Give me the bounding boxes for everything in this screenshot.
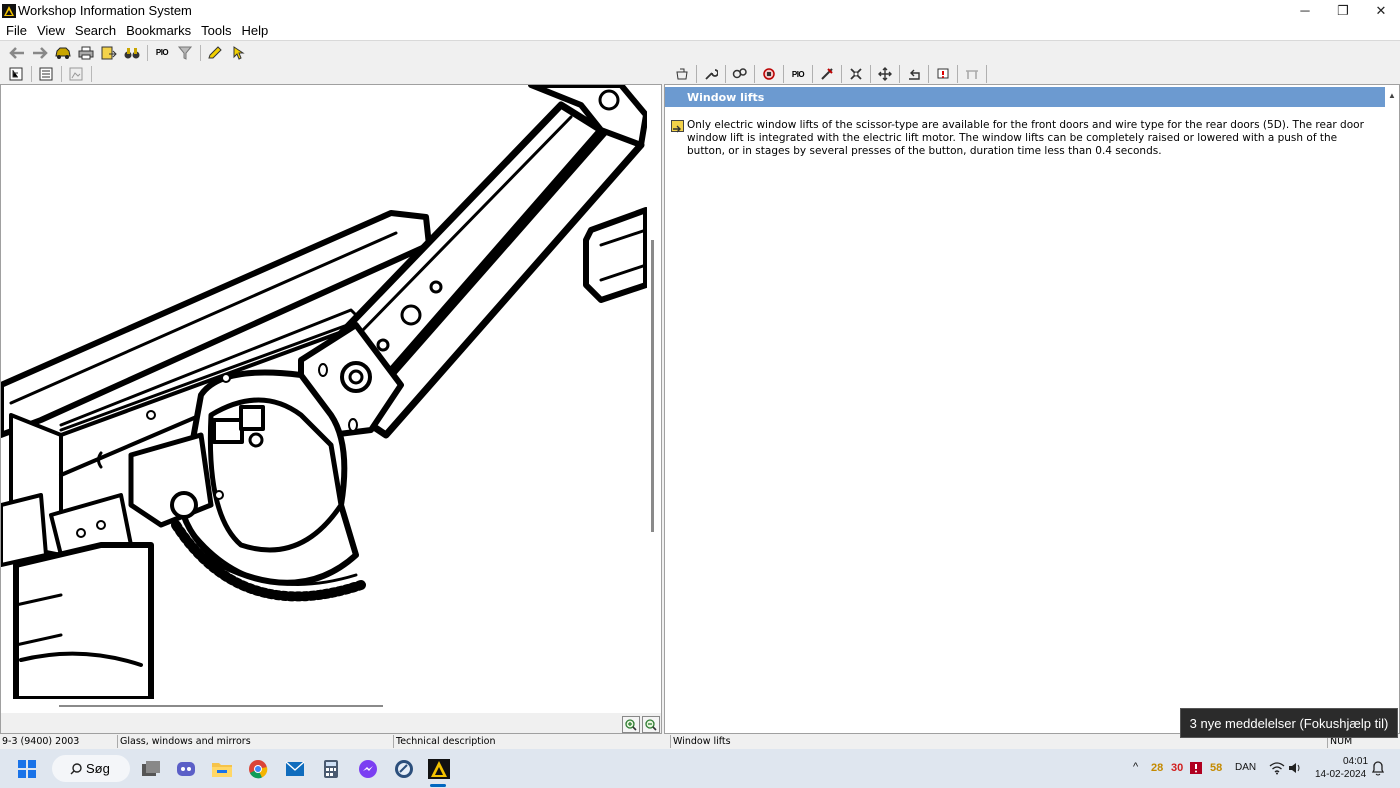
pio-button[interactable]: PIO (151, 43, 173, 63)
task-view-icon[interactable] (138, 756, 164, 782)
right-pane-toolbar: PIO (666, 64, 1400, 84)
link-icon[interactable] (671, 120, 684, 133)
document-body: Only electric window lifts of the scisso… (687, 119, 1364, 157)
return-icon[interactable] (900, 65, 929, 83)
volume-icon[interactable] (1287, 760, 1303, 776)
print-icon[interactable] (75, 43, 97, 63)
list-view-icon[interactable] (35, 64, 57, 84)
notification-bell-icon[interactable] (1369, 759, 1387, 777)
engine-icon[interactable] (668, 65, 697, 83)
pointer-icon[interactable] (227, 43, 249, 63)
chrome-icon[interactable] (245, 756, 271, 782)
scrollbar-thumb[interactable] (651, 240, 654, 532)
toolbar-separator (31, 66, 32, 82)
taskbar-search[interactable]: Søg (52, 755, 130, 782)
export-icon[interactable] (98, 43, 120, 63)
clock-time[interactable]: 04:01 (1343, 756, 1368, 767)
tray-counter-1[interactable]: 28 (1151, 762, 1163, 774)
toolbar-separator (200, 44, 201, 61)
zoom-controls (1, 713, 661, 733)
tool-icon[interactable] (813, 65, 842, 83)
document-title: Window lifts (665, 87, 1385, 107)
maximize-button[interactable]: ❐ (1324, 0, 1362, 21)
menu-file[interactable]: File (1, 23, 32, 38)
search-icon (70, 762, 82, 774)
gears-icon[interactable] (726, 65, 755, 83)
image-view-icon[interactable] (65, 64, 87, 84)
car-icon[interactable] (52, 43, 74, 63)
menu-bar: File View Search Bookmarks Tools Help (0, 21, 1400, 40)
messenger-icon[interactable] (355, 756, 381, 782)
main-toolbar: PIO (0, 40, 1400, 64)
status-model: 9-3 (9400) 2003 (2, 736, 80, 747)
windows-start-icon[interactable] (14, 756, 40, 782)
toolbar-separator (91, 66, 92, 82)
notification-toast[interactable]: 3 nye meddelelser (Fokushjælp til) (1180, 708, 1398, 738)
forward-arrow-icon[interactable] (29, 43, 51, 63)
tray-counter-2[interactable]: 30 (1171, 762, 1183, 774)
search-label: Søg (86, 761, 110, 776)
back-arrow-icon[interactable] (6, 43, 28, 63)
document-pane: Window lifts ▲ Only electric window lift… (664, 84, 1400, 734)
pio-button[interactable]: PIO (784, 65, 813, 83)
menu-tools[interactable]: Tools (196, 23, 236, 38)
scrollbar-thumb[interactable] (59, 705, 383, 707)
app-logo-icon (2, 3, 16, 18)
tray-alert-icon[interactable] (1188, 760, 1204, 776)
vpn-icon[interactable] (391, 756, 417, 782)
scroll-up-icon[interactable]: ▲ (1388, 91, 1396, 100)
active-app-indicator (430, 784, 446, 787)
minimize-button[interactable]: ─ (1286, 0, 1324, 21)
filter-icon[interactable] (174, 43, 196, 63)
zoom-out-icon[interactable] (642, 716, 660, 733)
toolbar-separator (147, 44, 148, 61)
tray-overflow-icon[interactable]: ^ (1133, 761, 1138, 773)
file-explorer-icon[interactable] (209, 756, 235, 782)
left-horizontal-scrollbar[interactable] (1, 699, 647, 713)
illustration-pane (0, 84, 662, 734)
pencil-icon[interactable] (204, 43, 226, 63)
menu-help[interactable]: Help (237, 23, 274, 38)
move-icon[interactable] (871, 65, 900, 83)
clock-date[interactable]: 14-02-2024 (1315, 769, 1366, 780)
language-indicator[interactable]: DAN (1235, 762, 1256, 773)
left-pane-toolbar (0, 64, 664, 84)
status-doc-type: Technical description (393, 735, 668, 748)
car-lift-icon[interactable] (958, 65, 987, 83)
wrench-icon[interactable] (697, 65, 726, 83)
window-lift-illustration (1, 85, 647, 699)
close-button[interactable]: ✕ (1362, 0, 1400, 21)
tree-view-icon[interactable] (5, 64, 27, 84)
alert-icon[interactable] (929, 65, 958, 83)
binoculars-icon[interactable] (121, 43, 143, 63)
status-section: Glass, windows and mirrors (117, 735, 392, 748)
calculator-icon[interactable] (318, 756, 344, 782)
right-vertical-scrollbar[interactable]: ▲ (1385, 87, 1399, 733)
zoom-in-icon[interactable] (622, 716, 640, 733)
wis-app-icon[interactable] (426, 756, 452, 782)
circle-icon[interactable] (755, 65, 784, 83)
wifi-icon[interactable] (1268, 760, 1286, 776)
tray-counter-3[interactable]: 58 (1210, 762, 1222, 774)
menu-view[interactable]: View (32, 23, 70, 38)
left-vertical-scrollbar[interactable] (647, 85, 661, 699)
mail-icon[interactable] (282, 756, 308, 782)
toolbar-separator (61, 66, 62, 82)
taskbar: Søg ^ 28 30 58 DAN 04:01 14-02-2024 (0, 749, 1400, 788)
settings-icon[interactable] (842, 65, 871, 83)
menu-bookmarks[interactable]: Bookmarks (121, 23, 196, 38)
menu-search[interactable]: Search (70, 23, 121, 38)
chat-icon[interactable] (173, 756, 199, 782)
title-bar: Workshop Information System ─ ❐ ✕ (0, 0, 1400, 21)
window-title: Workshop Information System (18, 3, 192, 18)
